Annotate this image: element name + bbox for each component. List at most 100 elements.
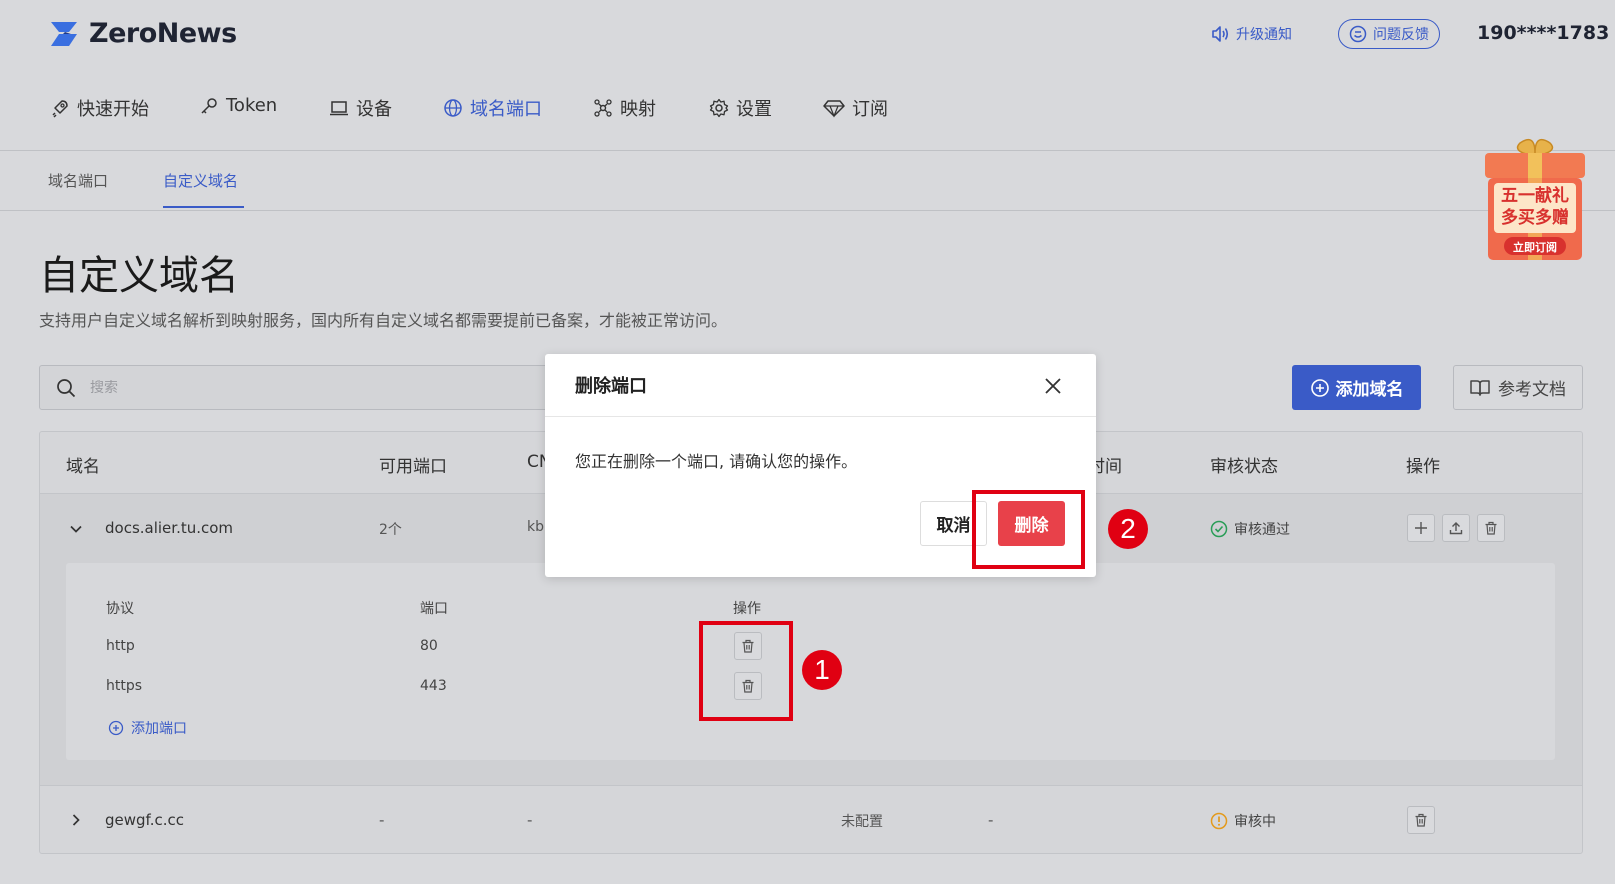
nav-label: 设备 bbox=[356, 99, 392, 120]
rocket-icon bbox=[52, 100, 68, 118]
nav-item-settings[interactable]: 设置 bbox=[709, 95, 772, 121]
column-header-domain: 域名 bbox=[66, 457, 100, 477]
nav-label: 域名端口 bbox=[470, 99, 542, 120]
row-divider bbox=[40, 785, 1582, 786]
row-ports: - bbox=[379, 811, 385, 829]
promo-subscribe-button[interactable]: 立即订阅 bbox=[1504, 239, 1566, 255]
diamond-icon bbox=[823, 100, 845, 118]
logo-text: ZeroNews bbox=[89, 18, 237, 49]
nav-item-subscription[interactable]: 订阅 bbox=[823, 95, 888, 121]
nav-item-mapping[interactable]: 映射 bbox=[593, 95, 656, 121]
delete-domain-button[interactable] bbox=[1477, 514, 1505, 542]
row-cname: kb bbox=[527, 519, 544, 535]
row-domain: docs.alier.tu.com bbox=[105, 519, 234, 537]
collapse-row-toggle[interactable] bbox=[68, 521, 84, 537]
status-label: 审核中 bbox=[1234, 814, 1276, 830]
annotation-highlight-2 bbox=[972, 490, 1085, 569]
subtable-header-actions: 操作 bbox=[733, 601, 761, 617]
search-input[interactable] bbox=[90, 379, 490, 396]
trash-icon bbox=[1485, 521, 1497, 535]
dialog-message: 您正在删除一个端口, 请确认您的操作。 bbox=[575, 452, 858, 471]
subtab-divider bbox=[0, 210, 1615, 211]
add-domain-button[interactable]: 添加域名 bbox=[1292, 365, 1421, 410]
row-domain: gewgf.c.cc bbox=[105, 811, 185, 829]
nav-label: 订阅 bbox=[852, 99, 888, 120]
nav-item-domain-ports[interactable]: 域名端口 bbox=[443, 95, 542, 121]
user-account[interactable]: 190****1783 bbox=[1477, 22, 1609, 44]
add-port-link[interactable]: 添加端口 bbox=[108, 718, 187, 738]
status-label: 审核通过 bbox=[1234, 522, 1290, 538]
warning-circle-icon bbox=[1210, 812, 1228, 830]
row-time: - bbox=[988, 811, 994, 829]
nav-label: 设置 bbox=[736, 99, 772, 120]
column-header-actions: 操作 bbox=[1406, 457, 1440, 477]
trash-icon bbox=[1415, 813, 1427, 827]
port-number: 80 bbox=[420, 638, 438, 654]
chevron-right-icon bbox=[72, 814, 80, 826]
book-icon bbox=[1470, 379, 1490, 396]
network-icon bbox=[594, 99, 612, 117]
subtable-header-port: 端口 bbox=[420, 601, 448, 617]
globe-icon bbox=[444, 99, 462, 117]
annotation-badge-2: 2 bbox=[1108, 509, 1148, 549]
upload-icon bbox=[1449, 522, 1463, 535]
dialog-close-button[interactable] bbox=[1041, 374, 1065, 398]
close-icon bbox=[1045, 378, 1061, 394]
dialog-title: 删除端口 bbox=[575, 376, 647, 397]
upgrade-notice-label: 升级通知 bbox=[1236, 27, 1292, 43]
reference-docs-button[interactable]: 参考文档 bbox=[1453, 365, 1583, 410]
laptop-icon bbox=[330, 101, 348, 116]
check-circle-icon bbox=[1210, 520, 1228, 538]
subtab-active-indicator bbox=[163, 206, 244, 208]
reference-docs-label: 参考文档 bbox=[1498, 380, 1566, 400]
expand-row-toggle[interactable] bbox=[68, 812, 84, 828]
row-status: 审核通过 bbox=[1210, 519, 1290, 539]
nav-divider bbox=[0, 150, 1615, 151]
nav-item-token[interactable]: Token bbox=[199, 95, 277, 116]
row-config: 未配置 bbox=[841, 814, 883, 830]
page-description: 支持用户自定义域名解析到映射服务，国内所有自定义域名都需要提前已备案，才能被正常… bbox=[39, 311, 728, 330]
plus-circle-icon bbox=[1310, 378, 1329, 397]
column-header-ports: 可用端口 bbox=[379, 457, 447, 477]
promo-line-1: 五一献礼 bbox=[1501, 186, 1569, 206]
subtab-domain-ports[interactable]: 域名端口 bbox=[48, 170, 108, 191]
row-status: 审核中 bbox=[1210, 811, 1276, 831]
search-icon bbox=[57, 378, 76, 397]
plus-icon bbox=[1415, 522, 1427, 534]
add-domain-label: 添加域名 bbox=[1335, 380, 1404, 400]
port-protocol: https bbox=[106, 678, 143, 694]
upgrade-notice-link[interactable]: 升级通知 bbox=[1210, 24, 1292, 44]
plus-circle-icon bbox=[108, 720, 124, 736]
promo-line-2: 多买多赠 bbox=[1501, 208, 1569, 228]
gear-icon bbox=[709, 98, 729, 118]
subtab-custom-domain[interactable]: 自定义域名 bbox=[163, 170, 238, 191]
subtable-header-protocol: 协议 bbox=[106, 601, 134, 617]
port-number: 443 bbox=[420, 678, 447, 694]
key-icon bbox=[201, 97, 217, 114]
row-ports: 2个 bbox=[379, 522, 402, 538]
upload-button[interactable] bbox=[1442, 514, 1470, 542]
zeronews-logo-icon bbox=[51, 21, 77, 46]
search-box[interactable] bbox=[39, 365, 559, 410]
add-port-label: 添加端口 bbox=[131, 721, 187, 737]
feedback-button[interactable]: 问题反馈 bbox=[1338, 19, 1440, 49]
nav-item-devices[interactable]: 设备 bbox=[329, 95, 392, 121]
column-header-status: 审核状态 bbox=[1210, 457, 1278, 477]
dialog-divider bbox=[545, 416, 1096, 417]
smile-icon bbox=[1349, 25, 1367, 43]
nav-label: 映射 bbox=[620, 99, 656, 120]
port-protocol: http bbox=[106, 638, 135, 654]
annotation-highlight-1 bbox=[699, 621, 793, 721]
add-port-row-button[interactable] bbox=[1407, 514, 1435, 542]
row-cname: - bbox=[527, 811, 533, 829]
nav-item-quickstart[interactable]: 快速开始 bbox=[50, 95, 149, 121]
chevron-down-icon bbox=[70, 525, 82, 533]
promo-gift-banner[interactable]: 五一献礼 多买多赠 立即订阅 bbox=[1480, 135, 1590, 265]
delete-domain-button[interactable] bbox=[1407, 806, 1435, 834]
annotation-badge-1: 1 bbox=[802, 650, 842, 690]
page-title: 自定义域名 bbox=[39, 253, 239, 299]
nav-label: 快速开始 bbox=[77, 99, 149, 120]
logo[interactable]: ZeroNews bbox=[47, 18, 237, 49]
speaker-icon bbox=[1212, 26, 1229, 42]
nav-label: Token bbox=[226, 95, 278, 116]
